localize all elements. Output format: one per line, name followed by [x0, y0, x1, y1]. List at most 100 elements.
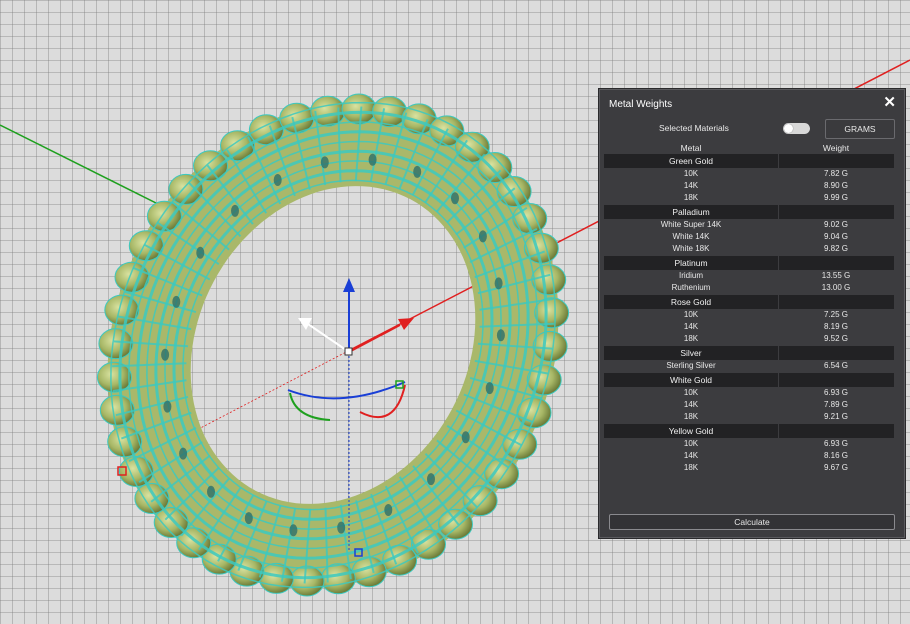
group-name: White Gold: [604, 373, 779, 387]
alloy-name: 18K: [683, 334, 699, 343]
weight-value: 13.55 G: [821, 271, 851, 280]
ring-setting-hole: [384, 504, 393, 516]
ring-setting-hole: [368, 153, 377, 166]
group-name: Platinum: [604, 256, 779, 270]
weight-value: 6.54 G: [823, 361, 848, 370]
ring-bead: [531, 264, 567, 296]
table-row: 10K 6.93 G: [604, 387, 894, 399]
weight-value: 7.82 G: [823, 169, 848, 178]
alloy-name: White 18K: [672, 244, 710, 253]
units-button[interactable]: GRAMS: [825, 119, 895, 139]
alloy-name: 18K: [683, 412, 699, 421]
group-header: Yellow Gold: [604, 424, 894, 438]
ring-setting-hole: [207, 485, 215, 498]
group-name: Silver: [604, 346, 779, 360]
ring-setting-hole: [485, 382, 494, 395]
table-row: 18K 9.52 G: [604, 333, 894, 345]
ring-bead: [98, 328, 134, 360]
ring-setting-hole: [273, 174, 282, 186]
ring-setting-hole: [289, 524, 298, 537]
weight-value: 9.02 G: [823, 220, 848, 229]
group-header: Platinum: [604, 256, 894, 270]
ring-setting-hole: [451, 192, 459, 205]
table-row: 14K 8.19 G: [604, 321, 894, 333]
group-name: Green Gold: [604, 154, 779, 168]
table-row: White 14K 9.04 G: [604, 231, 894, 243]
group-header: Green Gold: [604, 154, 894, 168]
ring-setting-hole: [161, 348, 170, 361]
weight-value: 7.25 G: [823, 310, 848, 319]
group-name: Yellow Gold: [604, 424, 779, 438]
table-row: 14K 8.16 G: [604, 450, 894, 462]
weight-value: 9.67 G: [823, 463, 848, 472]
weight-value: 7.89 G: [823, 400, 848, 409]
weight-value: 9.52 G: [823, 334, 848, 343]
calculate-button[interactable]: Calculate: [609, 514, 895, 530]
alloy-name: 18K: [683, 463, 699, 472]
weight-value: 6.93 G: [823, 388, 848, 397]
ring-bead: [193, 150, 228, 182]
column-header-weight: Weight: [822, 143, 850, 153]
selected-materials-toggle[interactable]: [783, 123, 810, 134]
group-name: Palladium: [604, 205, 779, 219]
weight-value: 8.19 G: [823, 322, 848, 331]
ring-bead: [532, 330, 568, 362]
ring-bead: [438, 508, 473, 540]
weight-value: 6.93 G: [823, 439, 848, 448]
table-row: 10K 7.25 G: [604, 309, 894, 321]
toggle-knob: [784, 124, 793, 133]
weight-value: 8.16 G: [823, 451, 848, 460]
ring-setting-hole: [320, 156, 329, 169]
group-header: Rose Gold: [604, 295, 894, 309]
table-row: Ruthenium 13.00 G: [604, 282, 894, 294]
ring-setting-hole: [163, 400, 172, 413]
ring-bead: [99, 394, 135, 426]
metal-weights-panel: Metal Weights ✕ Selected Materials GRAMS…: [599, 89, 905, 538]
alloy-name: White Super 14K: [660, 220, 722, 229]
alloy-name: 14K: [683, 181, 699, 190]
table-row: 10K 7.82 G: [604, 168, 894, 180]
table-row: White Super 14K 9.02 G: [604, 219, 894, 231]
ring-setting-hole: [231, 204, 239, 217]
alloy-name: 14K: [683, 400, 699, 409]
weights-table: Green Gold 10K 7.82 G 14K 8.90 G 18K 9.99 G Pal…: [604, 153, 894, 474]
table-row: 18K 9.21 G: [604, 411, 894, 423]
alloy-name: Sterling Silver: [666, 361, 716, 370]
group-name: Rose Gold: [604, 295, 779, 309]
ring-setting-hole: [427, 473, 435, 486]
ring-setting-hole: [478, 230, 487, 243]
alloy-name: 10K: [683, 439, 699, 448]
weight-value: 9.82 G: [823, 244, 848, 253]
ring-setting-hole: [179, 447, 188, 460]
table-row: White 18K 9.82 G: [604, 243, 894, 255]
table-row: 18K 9.99 G: [604, 192, 894, 204]
table-row: Sterling Silver 6.54 G: [604, 360, 894, 372]
group-header: White Gold: [604, 373, 894, 387]
ring-setting-hole: [413, 165, 422, 178]
ring-setting-hole: [494, 277, 503, 290]
alloy-name: 10K: [683, 169, 699, 178]
group-header: Palladium: [604, 205, 894, 219]
weight-value: 9.04 G: [823, 232, 848, 241]
ring-bead: [289, 565, 325, 597]
alloy-name: 18K: [683, 193, 699, 202]
ring-bead: [341, 93, 377, 125]
panel-title: Metal Weights: [609, 99, 673, 110]
ring-setting-hole: [461, 431, 470, 444]
ring-setting-hole: [172, 295, 181, 308]
close-icon[interactable]: ✕: [883, 94, 896, 112]
alloy-name: Ruthenium: [671, 283, 711, 292]
table-row: 14K 7.89 G: [604, 399, 894, 411]
table-row: 10K 6.93 G: [604, 438, 894, 450]
table-row: 18K 9.67 G: [604, 462, 894, 474]
table-row: 14K 8.90 G: [604, 180, 894, 192]
alloy-name: White 14K: [672, 232, 710, 241]
ring-setting-hole: [337, 521, 346, 534]
weight-value: 8.90 G: [823, 181, 848, 190]
weight-value: 9.99 G: [823, 193, 848, 202]
ring-setting-hole: [196, 246, 205, 259]
weight-value: 13.00 G: [821, 283, 851, 292]
weight-value: 9.21 G: [823, 412, 848, 421]
column-header-metal: Metal: [680, 143, 702, 153]
alloy-name: 10K: [683, 310, 699, 319]
